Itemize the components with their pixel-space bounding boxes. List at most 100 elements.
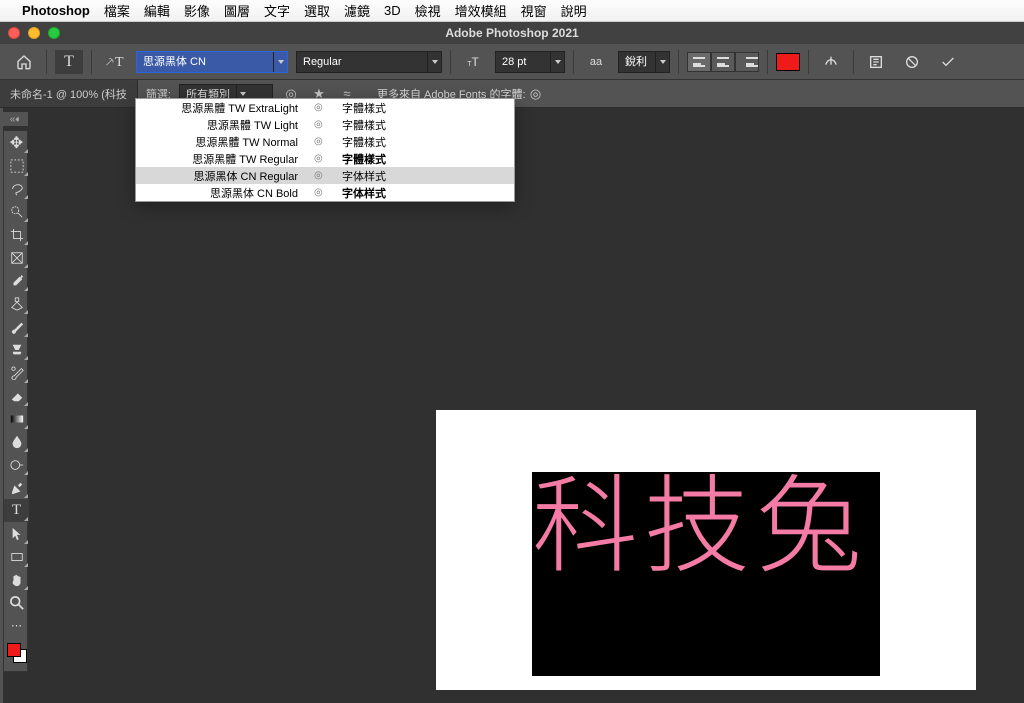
document-tab-label: 未命名-1 @ 100% (科技 bbox=[10, 86, 127, 102]
align-center-button[interactable] bbox=[711, 52, 735, 72]
font-family-combo[interactable]: 思源黑体 CN bbox=[136, 51, 288, 73]
menu-help[interactable]: 說明 bbox=[561, 1, 587, 20]
menu-window[interactable]: 視窗 bbox=[521, 1, 547, 20]
pen-tool[interactable] bbox=[4, 476, 29, 499]
divider bbox=[46, 50, 47, 74]
toolbox: ✥ T bbox=[3, 130, 28, 672]
gradient-tool[interactable] bbox=[4, 407, 29, 430]
antialias-dropdown-icon[interactable] bbox=[655, 52, 669, 72]
align-right-button[interactable] bbox=[735, 52, 759, 72]
brush-tool[interactable] bbox=[4, 315, 29, 338]
font-dropdown-panel: 思源黑體 TW ExtraLight ◎ 字體樣式 思源黑體 TW Light … bbox=[135, 98, 515, 202]
menu-edit[interactable]: 編輯 bbox=[144, 1, 170, 20]
font-option[interactable]: 思源黑體 TW Light ◎ 字體樣式 bbox=[136, 116, 514, 133]
font-option[interactable]: 思源黑體 TW ExtraLight ◎ 字體樣式 bbox=[136, 99, 514, 116]
crop-tool[interactable] bbox=[4, 223, 29, 246]
macos-menubar: Photoshop 檔案 編輯 影像 圖層 文字 選取 濾鏡 3D 檢視 增效模… bbox=[0, 0, 1024, 22]
font-size-value[interactable]: 28 pt bbox=[496, 52, 550, 72]
font-option[interactable]: 思源黑體 TW Normal ◎ 字體樣式 bbox=[136, 133, 514, 150]
font-option[interactable]: 思源黑体 CN Bold ◎ 字体样式 bbox=[136, 184, 514, 201]
menu-filter[interactable]: 濾鏡 bbox=[344, 1, 370, 20]
font-name: 思源黑体 CN Regular bbox=[144, 168, 304, 184]
eyedropper-tool[interactable] bbox=[4, 269, 29, 292]
menu-layer[interactable]: 圖層 bbox=[224, 1, 250, 20]
font-sample: 字體樣式 bbox=[342, 134, 506, 150]
shape-tool[interactable] bbox=[4, 545, 29, 568]
blur-tool[interactable] bbox=[4, 430, 29, 453]
menu-image[interactable]: 影像 bbox=[184, 1, 210, 20]
commit-button[interactable] bbox=[934, 50, 962, 74]
document-tab[interactable]: 未命名-1 @ 100% (科技 bbox=[0, 80, 138, 107]
font-size-icon: TT bbox=[459, 50, 487, 74]
cancel-button[interactable] bbox=[898, 50, 926, 74]
font-name: 思源黑体 CN Bold bbox=[144, 185, 304, 201]
font-option[interactable]: 思源黑体 CN Regular ◎ 字体样式 bbox=[136, 167, 514, 184]
window-title: Adobe Photoshop 2021 bbox=[0, 26, 1024, 40]
font-name: 思源黑體 TW Regular bbox=[144, 151, 304, 167]
toolbox-collapse-grip[interactable]: « bbox=[3, 112, 28, 126]
history-brush-tool[interactable] bbox=[4, 361, 29, 384]
hand-tool[interactable] bbox=[4, 568, 29, 591]
cloud-icon: ◎ bbox=[314, 170, 332, 181]
healing-brush-tool[interactable] bbox=[4, 292, 29, 315]
path-select-tool[interactable] bbox=[4, 522, 29, 545]
document-canvas[interactable]: 科技兔 bbox=[436, 410, 976, 690]
font-name: 思源黑體 TW Light bbox=[144, 117, 304, 133]
font-name: 思源黑體 TW ExtraLight bbox=[144, 100, 304, 116]
window-titlebar: Adobe Photoshop 2021 bbox=[0, 22, 1024, 44]
type-tool-preset-icon[interactable]: T bbox=[55, 50, 83, 74]
cloud-icon: ◎ bbox=[314, 187, 332, 198]
text-color-swatch[interactable] bbox=[776, 53, 800, 71]
font-size-dropdown-icon[interactable] bbox=[550, 52, 564, 72]
adobe-fonts-icon[interactable]: ◎ bbox=[526, 86, 546, 102]
zoom-tool[interactable] bbox=[4, 591, 29, 614]
menu-3d[interactable]: 3D bbox=[384, 3, 401, 18]
warp-text-button[interactable] bbox=[817, 50, 845, 74]
font-family-value[interactable]: 思源黑体 CN bbox=[137, 52, 273, 72]
align-left-button[interactable] bbox=[687, 52, 711, 72]
more-tools-icon[interactable]: ⋯ bbox=[4, 614, 29, 637]
text-orientation-button[interactable]: ⸕T bbox=[100, 50, 128, 74]
font-sample: 字体样式 bbox=[342, 168, 506, 184]
font-option[interactable]: 思源黑體 TW Regular ◎ 字體樣式 bbox=[136, 150, 514, 167]
marquee-tool[interactable] bbox=[4, 154, 29, 177]
cloud-icon: ◎ bbox=[314, 136, 332, 147]
divider bbox=[573, 50, 574, 74]
font-sample: 字體樣式 bbox=[342, 117, 506, 133]
text-layer-content[interactable]: 科技兔 bbox=[532, 464, 868, 570]
menu-view[interactable]: 檢視 bbox=[415, 1, 441, 20]
foreground-color-swatch[interactable] bbox=[7, 643, 21, 657]
frame-tool[interactable] bbox=[4, 246, 29, 269]
eraser-tool[interactable] bbox=[4, 384, 29, 407]
options-bar: T ⸕T 思源黑体 CN Regular TT 28 pt aa 銳利 bbox=[0, 44, 1024, 80]
divider bbox=[91, 50, 92, 74]
menu-type[interactable]: 文字 bbox=[264, 1, 290, 20]
divider bbox=[767, 50, 768, 74]
fg-bg-swatch[interactable] bbox=[4, 641, 29, 671]
quick-select-tool[interactable] bbox=[4, 200, 29, 223]
dodge-tool[interactable] bbox=[4, 453, 29, 476]
menu-plugins[interactable]: 增效模組 bbox=[455, 1, 507, 20]
antialias-combo[interactable]: 銳利 bbox=[618, 51, 670, 73]
font-style-combo[interactable]: Regular bbox=[296, 51, 442, 73]
divider bbox=[450, 50, 451, 74]
menu-file[interactable]: 檔案 bbox=[104, 1, 130, 20]
font-style-value: Regular bbox=[297, 52, 427, 72]
cloud-icon: ◎ bbox=[314, 102, 332, 113]
type-tool[interactable]: T bbox=[4, 499, 29, 522]
lasso-tool[interactable] bbox=[4, 177, 29, 200]
menu-select[interactable]: 選取 bbox=[304, 1, 330, 20]
clone-stamp-tool[interactable] bbox=[4, 338, 29, 361]
antialias-label: aa bbox=[582, 50, 610, 74]
character-panel-button[interactable] bbox=[862, 50, 890, 74]
font-family-dropdown-icon[interactable] bbox=[273, 52, 287, 72]
text-layer-box[interactable]: 科技兔 bbox=[532, 472, 880, 676]
font-size-combo[interactable]: 28 pt bbox=[495, 51, 565, 73]
font-sample: 字體樣式 bbox=[342, 100, 506, 116]
menu-app[interactable]: Photoshop bbox=[22, 3, 90, 18]
font-style-dropdown-icon[interactable] bbox=[427, 52, 441, 72]
move-tool[interactable]: ✥ bbox=[4, 131, 29, 154]
home-button[interactable] bbox=[10, 50, 38, 74]
font-sample: 字体样式 bbox=[342, 185, 506, 201]
antialias-value: 銳利 bbox=[619, 52, 655, 72]
